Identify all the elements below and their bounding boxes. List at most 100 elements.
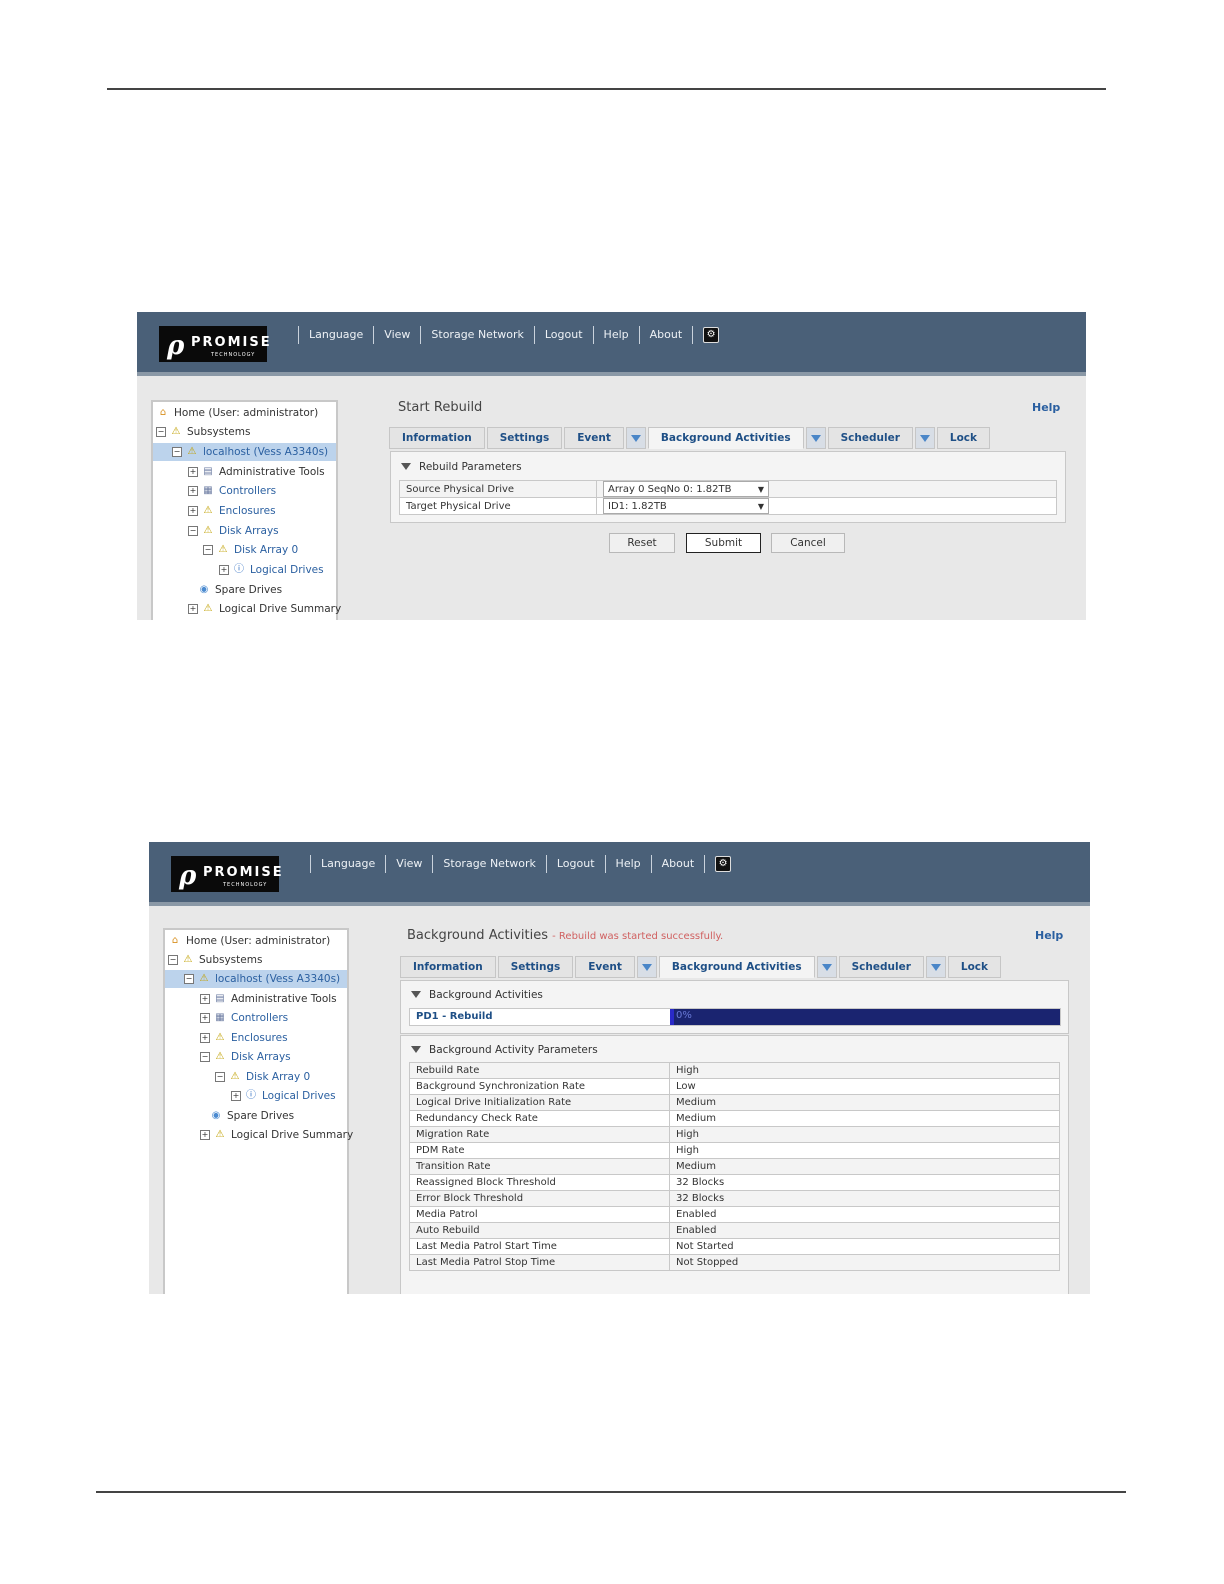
activity-parameters-table: Rebuild Rate High Background Synchronizati… — [409, 1062, 1060, 1271]
tree-spare-drives[interactable]: ◉ Spare Drives — [209, 1107, 295, 1125]
promise-logo: ρ PROMISE TECHNOLOGY — [159, 326, 270, 362]
tree-controllers[interactable]: + ▦ Controllers — [188, 482, 276, 500]
tree-disk-arrays[interactable]: − ⚠ Disk Arrays — [200, 1048, 291, 1066]
home-icon: ⌂ — [159, 407, 167, 418]
tab-settings[interactable]: Settings — [486, 427, 563, 449]
param-row: Auto Rebuild Enabled — [409, 1222, 1060, 1239]
nav-language[interactable]: Language — [310, 855, 385, 873]
background-dropdown-icon[interactable] — [816, 956, 837, 978]
tab-scheduler[interactable]: Scheduler — [838, 956, 924, 978]
param-value: Medium — [669, 1094, 1060, 1111]
tree-disk-array-0[interactable]: − ⚠ Disk Array 0 — [203, 541, 298, 559]
tab-settings[interactable]: Settings — [497, 956, 574, 978]
tree-ld-summary[interactable]: + ⚠ Logical Drive Summary — [200, 1126, 353, 1144]
warning-icon: ⚠ — [230, 1071, 240, 1082]
param-row: Last Media Patrol Stop Time Not Stopped — [409, 1254, 1060, 1271]
settings-icon[interactable]: ⚙ — [703, 327, 720, 343]
settings-icon[interactable]: ⚙ — [715, 856, 732, 872]
tree-disk-array-0[interactable]: − ⚠ Disk Array 0 — [215, 1068, 310, 1086]
tab-information[interactable]: Information — [389, 427, 485, 449]
tree-subsystems[interactable]: − ⚠ Subsystems — [168, 951, 262, 969]
tab-event[interactable]: Event — [575, 956, 635, 978]
background-activities-header[interactable]: Background Activities — [411, 989, 543, 1001]
reset-button[interactable]: Reset — [609, 533, 675, 553]
success-message: - Rebuild was started successfully. — [552, 931, 724, 942]
param-row: Logical Drive Initialization Rate Medium — [409, 1094, 1060, 1111]
tree-controllers[interactable]: + ▦ Controllers — [200, 1009, 288, 1027]
param-row: PDM Rate High — [409, 1142, 1060, 1159]
tab-lock[interactable]: Lock — [936, 427, 991, 449]
scheduler-dropdown-icon[interactable] — [925, 956, 946, 978]
submit-button[interactable]: Submit — [686, 533, 761, 553]
param-label: Last Media Patrol Start Time — [409, 1238, 670, 1255]
tree-spare-drives[interactable]: ◉ Spare Drives — [197, 581, 283, 599]
tree-localhost[interactable]: − ⚠ localhost (Vess A3340s) — [153, 443, 336, 461]
help-link[interactable]: Help — [1035, 929, 1063, 942]
cancel-button[interactable]: Cancel — [771, 533, 845, 553]
tree-enclosures[interactable]: + ⚠ Enclosures — [188, 502, 276, 520]
tree-localhost[interactable]: − ⚠ localhost (Vess A3340s) — [165, 970, 347, 988]
tree-logical-drives[interactable]: + ⓘ Logical Drives — [231, 1087, 336, 1105]
nav-logout[interactable]: Logout — [533, 326, 593, 344]
activity-row[interactable]: PD1 - Rebuild 0% — [409, 1008, 1061, 1026]
navigation-tree: ⌂ Home (User: administrator) − ⚠ Subsystems… — [163, 928, 353, 1294]
param-label: Logical Drive Initialization Rate — [409, 1094, 670, 1111]
param-label: Source Physical Drive — [399, 480, 597, 498]
nav-about[interactable]: About — [650, 855, 706, 873]
nav-storage-network[interactable]: Storage Network — [420, 326, 533, 344]
param-row: Reassigned Block Threshold 32 Blocks — [409, 1174, 1060, 1191]
controller-icon: ▦ — [203, 485, 213, 496]
navigation-tree: ⌂ Home (User: administrator) − ⚠ Subsystems… — [151, 400, 341, 620]
rebuild-parameters-panel: Rebuild Parameters Source Physical Drive… — [390, 451, 1066, 523]
tree-ld-summary[interactable]: + ⚠ Logical Drive Summary — [188, 600, 341, 618]
tree-admin-tools[interactable]: + ▤ Administrative Tools — [188, 463, 325, 481]
event-dropdown-icon[interactable] — [636, 956, 657, 978]
param-value: Not Started — [669, 1238, 1060, 1255]
tab-information[interactable]: Information — [400, 956, 496, 978]
enclosure-icon: ⚠ — [203, 505, 213, 516]
param-label: Redundancy Check Rate — [409, 1110, 670, 1127]
nav-view[interactable]: View — [373, 326, 420, 344]
nav-logout[interactable]: Logout — [545, 855, 605, 873]
tree-home[interactable]: ⌂ Home (User: administrator) — [168, 932, 330, 950]
tree-home[interactable]: ⌂ Home (User: administrator) — [156, 404, 318, 422]
tab-event[interactable]: Event — [564, 427, 624, 449]
warning-icon: ⚠ — [215, 1051, 225, 1062]
tab-lock[interactable]: Lock — [947, 956, 1002, 978]
bottom-rule — [96, 1491, 1126, 1493]
help-link[interactable]: Help — [1032, 401, 1060, 414]
nav-view[interactable]: View — [385, 855, 432, 873]
nav-about[interactable]: About — [638, 326, 694, 344]
tree-subsystems[interactable]: − ⚠ Subsystems — [156, 423, 250, 441]
event-dropdown-icon[interactable] — [625, 427, 646, 449]
chevron-down-icon: ▼ — [757, 501, 764, 511]
top-nav-bar: ρ PROMISE TECHNOLOGY Language View Stora… — [137, 312, 1086, 376]
target-drive-select[interactable]: ID1: 1.82TB ▼ — [603, 498, 769, 514]
tree-disk-arrays[interactable]: − ⚠ Disk Arrays — [188, 522, 279, 540]
nav-help[interactable]: Help — [592, 326, 639, 344]
tree-enclosures[interactable]: + ⚠ Enclosures — [200, 1029, 288, 1047]
nav-help[interactable]: Help — [604, 855, 651, 873]
top-rule — [107, 88, 1106, 90]
tab-scheduler[interactable]: Scheduler — [827, 427, 913, 449]
tree-admin-tools[interactable]: + ▤ Administrative Tools — [200, 990, 337, 1008]
activity-parameters-header[interactable]: Background Activity Parameters — [411, 1044, 598, 1056]
param-row: Error Block Threshold 32 Blocks — [409, 1190, 1060, 1207]
param-label: Migration Rate — [409, 1126, 670, 1143]
nav-language[interactable]: Language — [298, 326, 373, 344]
nav-storage-network[interactable]: Storage Network — [432, 855, 545, 873]
tab-background-activities[interactable]: Background Activities — [647, 427, 804, 449]
source-drive-select[interactable]: Array 0 SeqNo 0: 1.82TB ▼ — [603, 481, 769, 497]
rebuild-parameters-header[interactable]: Rebuild Parameters — [401, 461, 522, 473]
param-row: Media Patrol Enabled — [409, 1206, 1060, 1223]
nav-menu: Language View Storage Network Logout Hel… — [310, 855, 732, 873]
param-row: Transition Rate Medium — [409, 1158, 1060, 1175]
tree-logical-drives[interactable]: + ⓘ Logical Drives — [219, 561, 324, 579]
tab-bar: Information Settings Event Background Ac… — [389, 427, 992, 449]
background-dropdown-icon[interactable] — [805, 427, 826, 449]
param-value: Enabled — [669, 1222, 1060, 1239]
scheduler-dropdown-icon[interactable] — [914, 427, 935, 449]
collapse-icon — [411, 991, 421, 998]
tab-background-activities[interactable]: Background Activities — [658, 956, 815, 978]
screenshot-background-activities: ρ PROMISE TECHNOLOGY Language View Stora… — [149, 842, 1090, 1294]
